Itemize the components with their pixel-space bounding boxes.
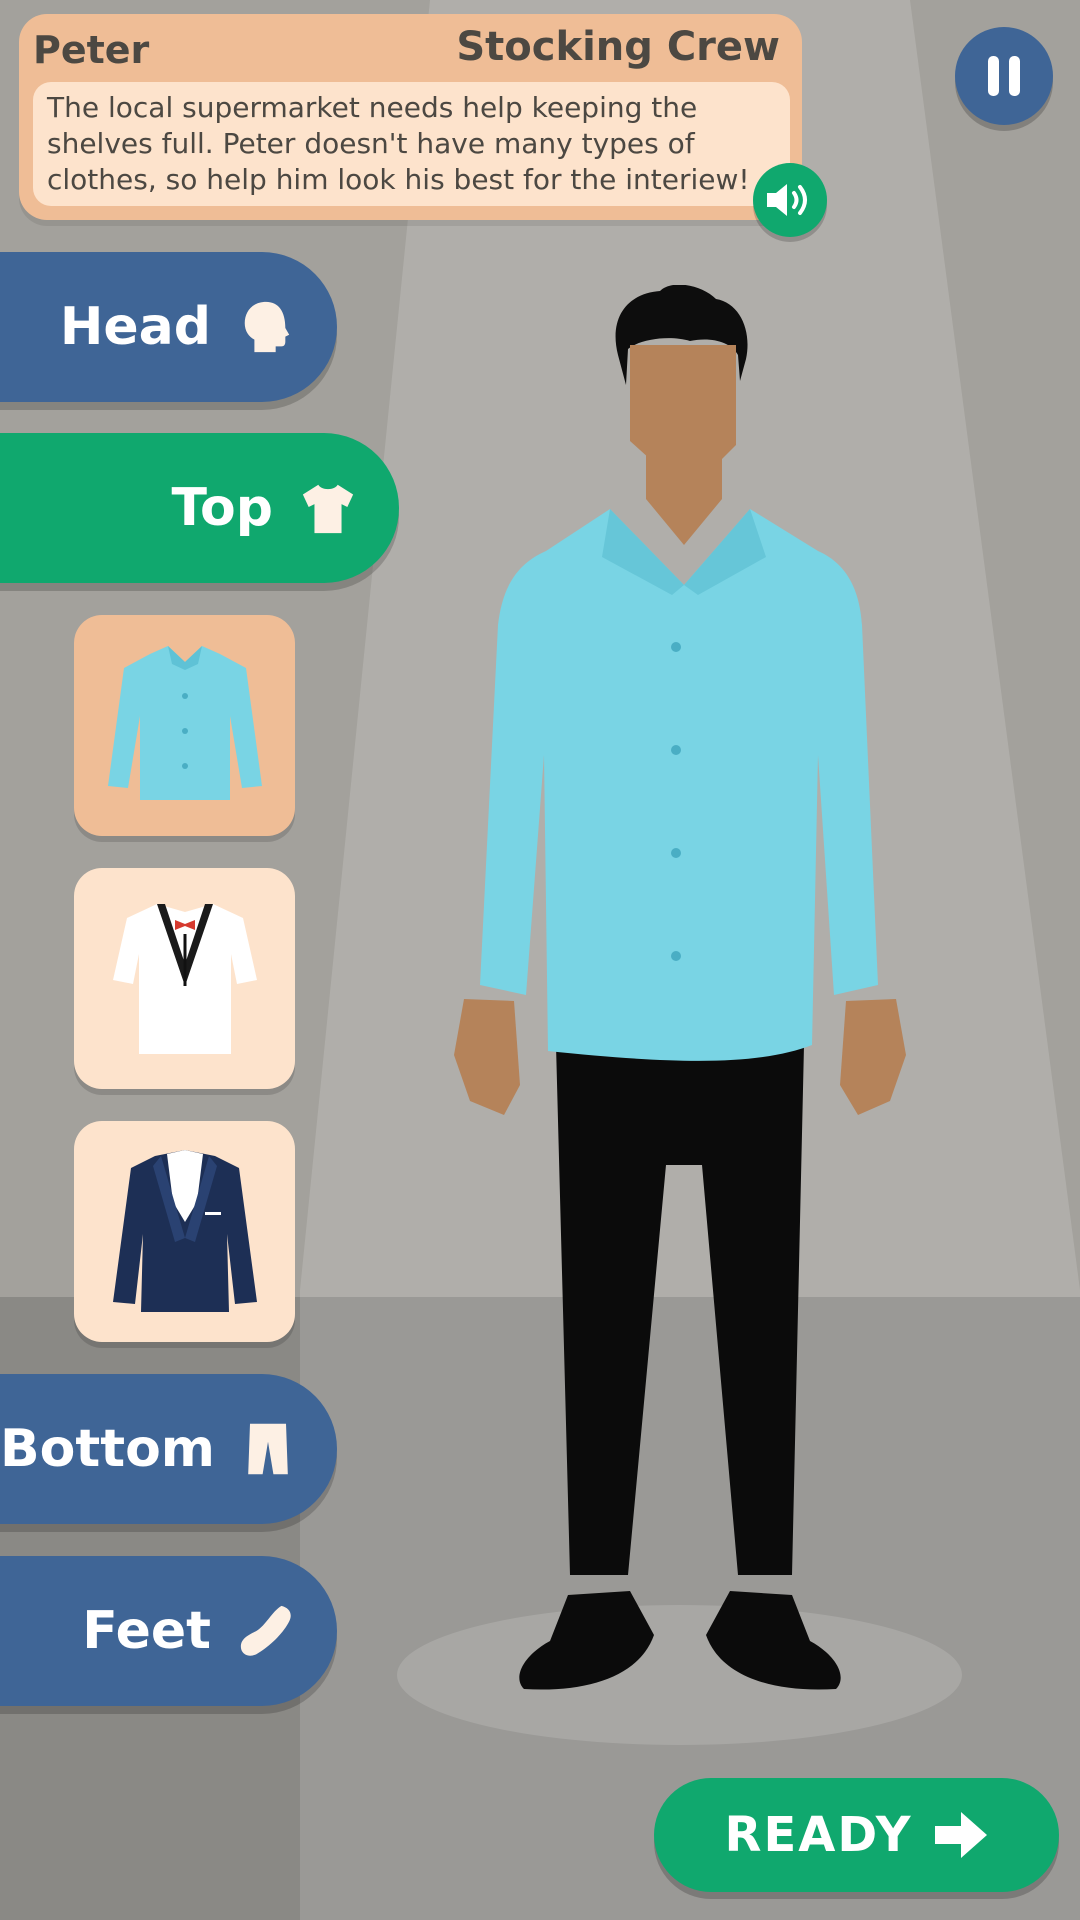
pause-button[interactable] [955, 27, 1053, 125]
ready-label: READY [724, 1807, 913, 1863]
character-right-hand [840, 999, 906, 1115]
character-left-hand [454, 999, 520, 1115]
shirt-icon [302, 484, 354, 534]
light-blue-shirt-thumbnail [107, 645, 262, 800]
tab-label: Head [59, 297, 211, 357]
pants-icon [248, 1423, 288, 1475]
character-head [630, 345, 736, 459]
character-info-card: Peter Stocking Crew The local supermarke… [19, 14, 802, 220]
tuxedo-t-shirt-thumbnail [112, 903, 257, 1054]
job-title: Stocking Crew [456, 24, 780, 70]
top-item-light-blue-shirt[interactable] [74, 615, 295, 836]
character-shirt [480, 509, 878, 1061]
job-description: The local supermarket needs help keeping… [33, 82, 790, 206]
shoe-icon [240, 1605, 291, 1656]
character-right-shoe [706, 1591, 841, 1690]
character-figure [454, 285, 906, 1690]
character-neck [646, 445, 722, 545]
top-item-navy-blazer[interactable] [74, 1121, 295, 1342]
ready-button[interactable]: READY [654, 1778, 1059, 1892]
category-tab-bottom[interactable]: Bottom [0, 1374, 337, 1524]
tab-label: Feet [82, 1601, 211, 1661]
tab-label: Bottom [0, 1419, 215, 1479]
category-tab-top[interactable]: Top [0, 433, 399, 583]
category-tab-head[interactable]: Head [0, 252, 337, 402]
tab-label: Top [171, 478, 273, 538]
speaker-icon [767, 184, 807, 216]
arrow-right-icon [934, 1812, 987, 1858]
top-item-tuxedo-t-shirt[interactable] [74, 868, 295, 1089]
category-tab-feet[interactable]: Feet [0, 1556, 337, 1706]
audio-button[interactable] [753, 163, 827, 237]
character-name: Peter [33, 28, 150, 72]
head-icon [244, 301, 290, 353]
character-pants [556, 1045, 804, 1575]
character-left-shoe [519, 1591, 654, 1690]
navy-blazer-thumbnail [112, 1149, 257, 1312]
pause-icon [988, 56, 1020, 96]
